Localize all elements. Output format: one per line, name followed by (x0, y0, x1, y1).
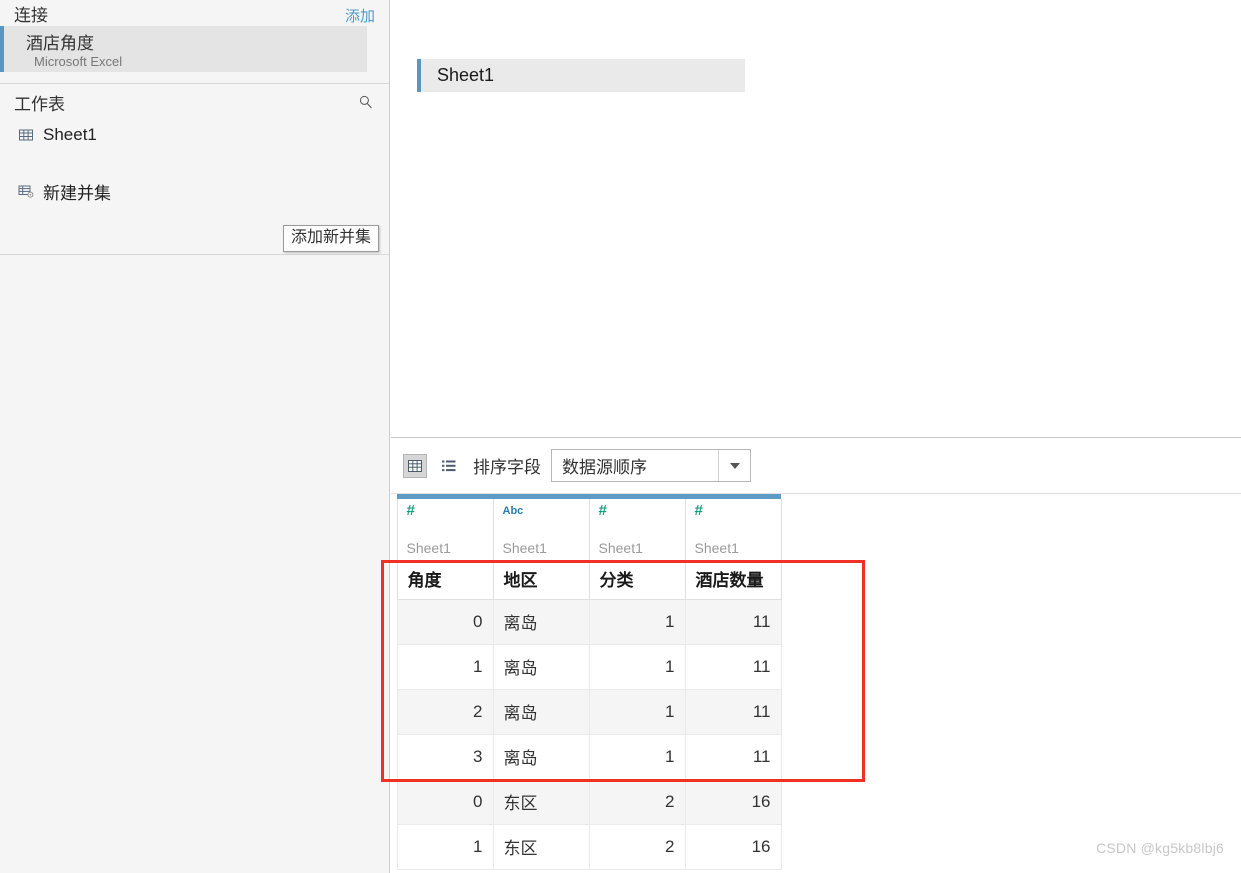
table-cell[interactable]: 2 (588, 778, 686, 825)
tableau-data-source-page: 连接 添加 酒店角度 Microsoft Excel 工作表 Sheet1 新建… (0, 0, 1241, 873)
search-icon[interactable] (357, 93, 375, 111)
grid-meta-row: # Sheet1 Abc Sheet1 # Sheet1 # Sheet1 (391, 499, 841, 559)
table-cell[interactable]: 1 (588, 733, 686, 780)
table-row[interactable]: 3 离岛 1 11 (391, 733, 841, 780)
connection-name: 酒店角度 (26, 33, 94, 53)
sort-field-label: 排序字段 (473, 458, 541, 477)
chevron-down-icon[interactable] (718, 450, 750, 481)
grid-header-row: 角度 地区 分类 酒店数量 (391, 559, 841, 600)
table-row[interactable]: 1 离岛 1 11 (391, 643, 841, 690)
sidebar-item-new-union[interactable]: 新建并集 (0, 176, 389, 206)
table-cell[interactable]: 16 (684, 823, 782, 870)
column-source-label: Sheet1 (502, 540, 547, 556)
add-connection-link[interactable]: 添加 (345, 9, 375, 24)
string-type-icon: Abc (502, 505, 524, 517)
union-icon (18, 183, 34, 199)
sheets-title: 工作表 (14, 94, 65, 114)
table-cell[interactable]: 东区 (492, 823, 590, 870)
numeric-type-icon: # (694, 502, 703, 519)
table-cell[interactable]: 1 (588, 598, 686, 645)
column-meta-cell[interactable]: # Sheet1 (588, 499, 686, 559)
list-view-icon[interactable] (437, 454, 461, 478)
column-meta-cell[interactable]: # Sheet1 (684, 499, 782, 559)
table-row[interactable]: 0 东区 2 16 (391, 778, 841, 825)
sort-order-select[interactable]: 数据源顺序 (551, 449, 751, 482)
column-meta-cell[interactable]: # Sheet1 (396, 499, 494, 559)
table-cell[interactable]: 东区 (492, 778, 590, 825)
column-header[interactable]: 酒店数量 (684, 559, 782, 600)
table-cell[interactable]: 11 (684, 598, 782, 645)
data-grid[interactable]: # Sheet1 Abc Sheet1 # Sheet1 # Sheet1 角度 地区 分类 酒店数量… (391, 494, 1241, 873)
connections-header: 连接 添加 (0, 0, 389, 25)
table-cell[interactable]: 1 (396, 643, 494, 690)
table-row[interactable]: 0 离岛 1 11 (391, 598, 841, 645)
column-source-label: Sheet1 (598, 540, 643, 556)
table-row[interactable]: 2 离岛 1 11 (391, 688, 841, 735)
sidebar-item-sheet1[interactable]: Sheet1 (0, 120, 389, 150)
connections-title: 连接 (14, 6, 48, 25)
watermark: CSDN @kg5kb8lbj6 (1096, 840, 1224, 856)
table-cell[interactable]: 离岛 (492, 688, 590, 735)
left-sidebar: 连接 添加 酒店角度 Microsoft Excel 工作表 Sheet1 新建… (0, 0, 390, 873)
table-cell[interactable]: 11 (684, 688, 782, 735)
tooltip-add-new-union: 添加新并集 (283, 225, 380, 252)
grid-toolbar: 排序字段 数据源顺序 (391, 438, 1241, 494)
canvas-table-card[interactable]: Sheet1 (417, 59, 745, 92)
column-header[interactable]: 角度 (396, 559, 494, 600)
connection-type: Microsoft Excel (34, 53, 123, 69)
column-source-label: Sheet1 (694, 540, 739, 556)
sidebar-bottom-divider (0, 254, 389, 255)
table-icon (18, 127, 34, 143)
data-grid-pane: 排序字段 数据源顺序 # Sheet1 Abc Sheet1 # Sheet1 # Sheet… (391, 437, 1241, 873)
canvas-table-label: Sheet1 (437, 65, 495, 85)
table-cell[interactable]: 2 (396, 688, 494, 735)
table-cell[interactable]: 16 (684, 778, 782, 825)
table-cell[interactable]: 离岛 (492, 733, 590, 780)
column-source-label: Sheet1 (406, 540, 451, 556)
sort-order-value: 数据源顺序 (562, 458, 647, 477)
table-cell[interactable]: 1 (588, 688, 686, 735)
table-cell[interactable]: 1 (588, 643, 686, 690)
sheets-header: 工作表 (0, 84, 389, 120)
table-cell[interactable]: 2 (588, 823, 686, 870)
column-header[interactable]: 地区 (492, 559, 590, 600)
table-cell[interactable]: 离岛 (492, 643, 590, 690)
sidebar-item-label: 新建并集 (43, 183, 111, 203)
connection-item-hotel-angle[interactable]: 酒店角度 Microsoft Excel (0, 26, 367, 72)
table-cell[interactable]: 3 (396, 733, 494, 780)
numeric-type-icon: # (598, 502, 607, 519)
sidebar-item-label: Sheet1 (43, 125, 97, 144)
grid-view-icon[interactable] (403, 453, 427, 478)
table-row[interactable]: 1 东区 2 16 (391, 823, 841, 870)
canvas-pane: Sheet1 (391, 0, 1241, 437)
table-cell[interactable]: 1 (396, 823, 494, 870)
table-cell[interactable]: 0 (396, 598, 494, 645)
numeric-type-icon: # (406, 502, 415, 519)
table-cell[interactable]: 11 (684, 733, 782, 780)
table-cell[interactable]: 0 (396, 778, 494, 825)
table-cell[interactable]: 离岛 (492, 598, 590, 645)
column-header[interactable]: 分类 (588, 559, 686, 600)
column-meta-cell[interactable]: Abc Sheet1 (492, 499, 590, 559)
table-cell[interactable]: 11 (684, 643, 782, 690)
data-grid-table: # Sheet1 Abc Sheet1 # Sheet1 # Sheet1 角度 地区 分类 酒店数量… (391, 494, 841, 870)
